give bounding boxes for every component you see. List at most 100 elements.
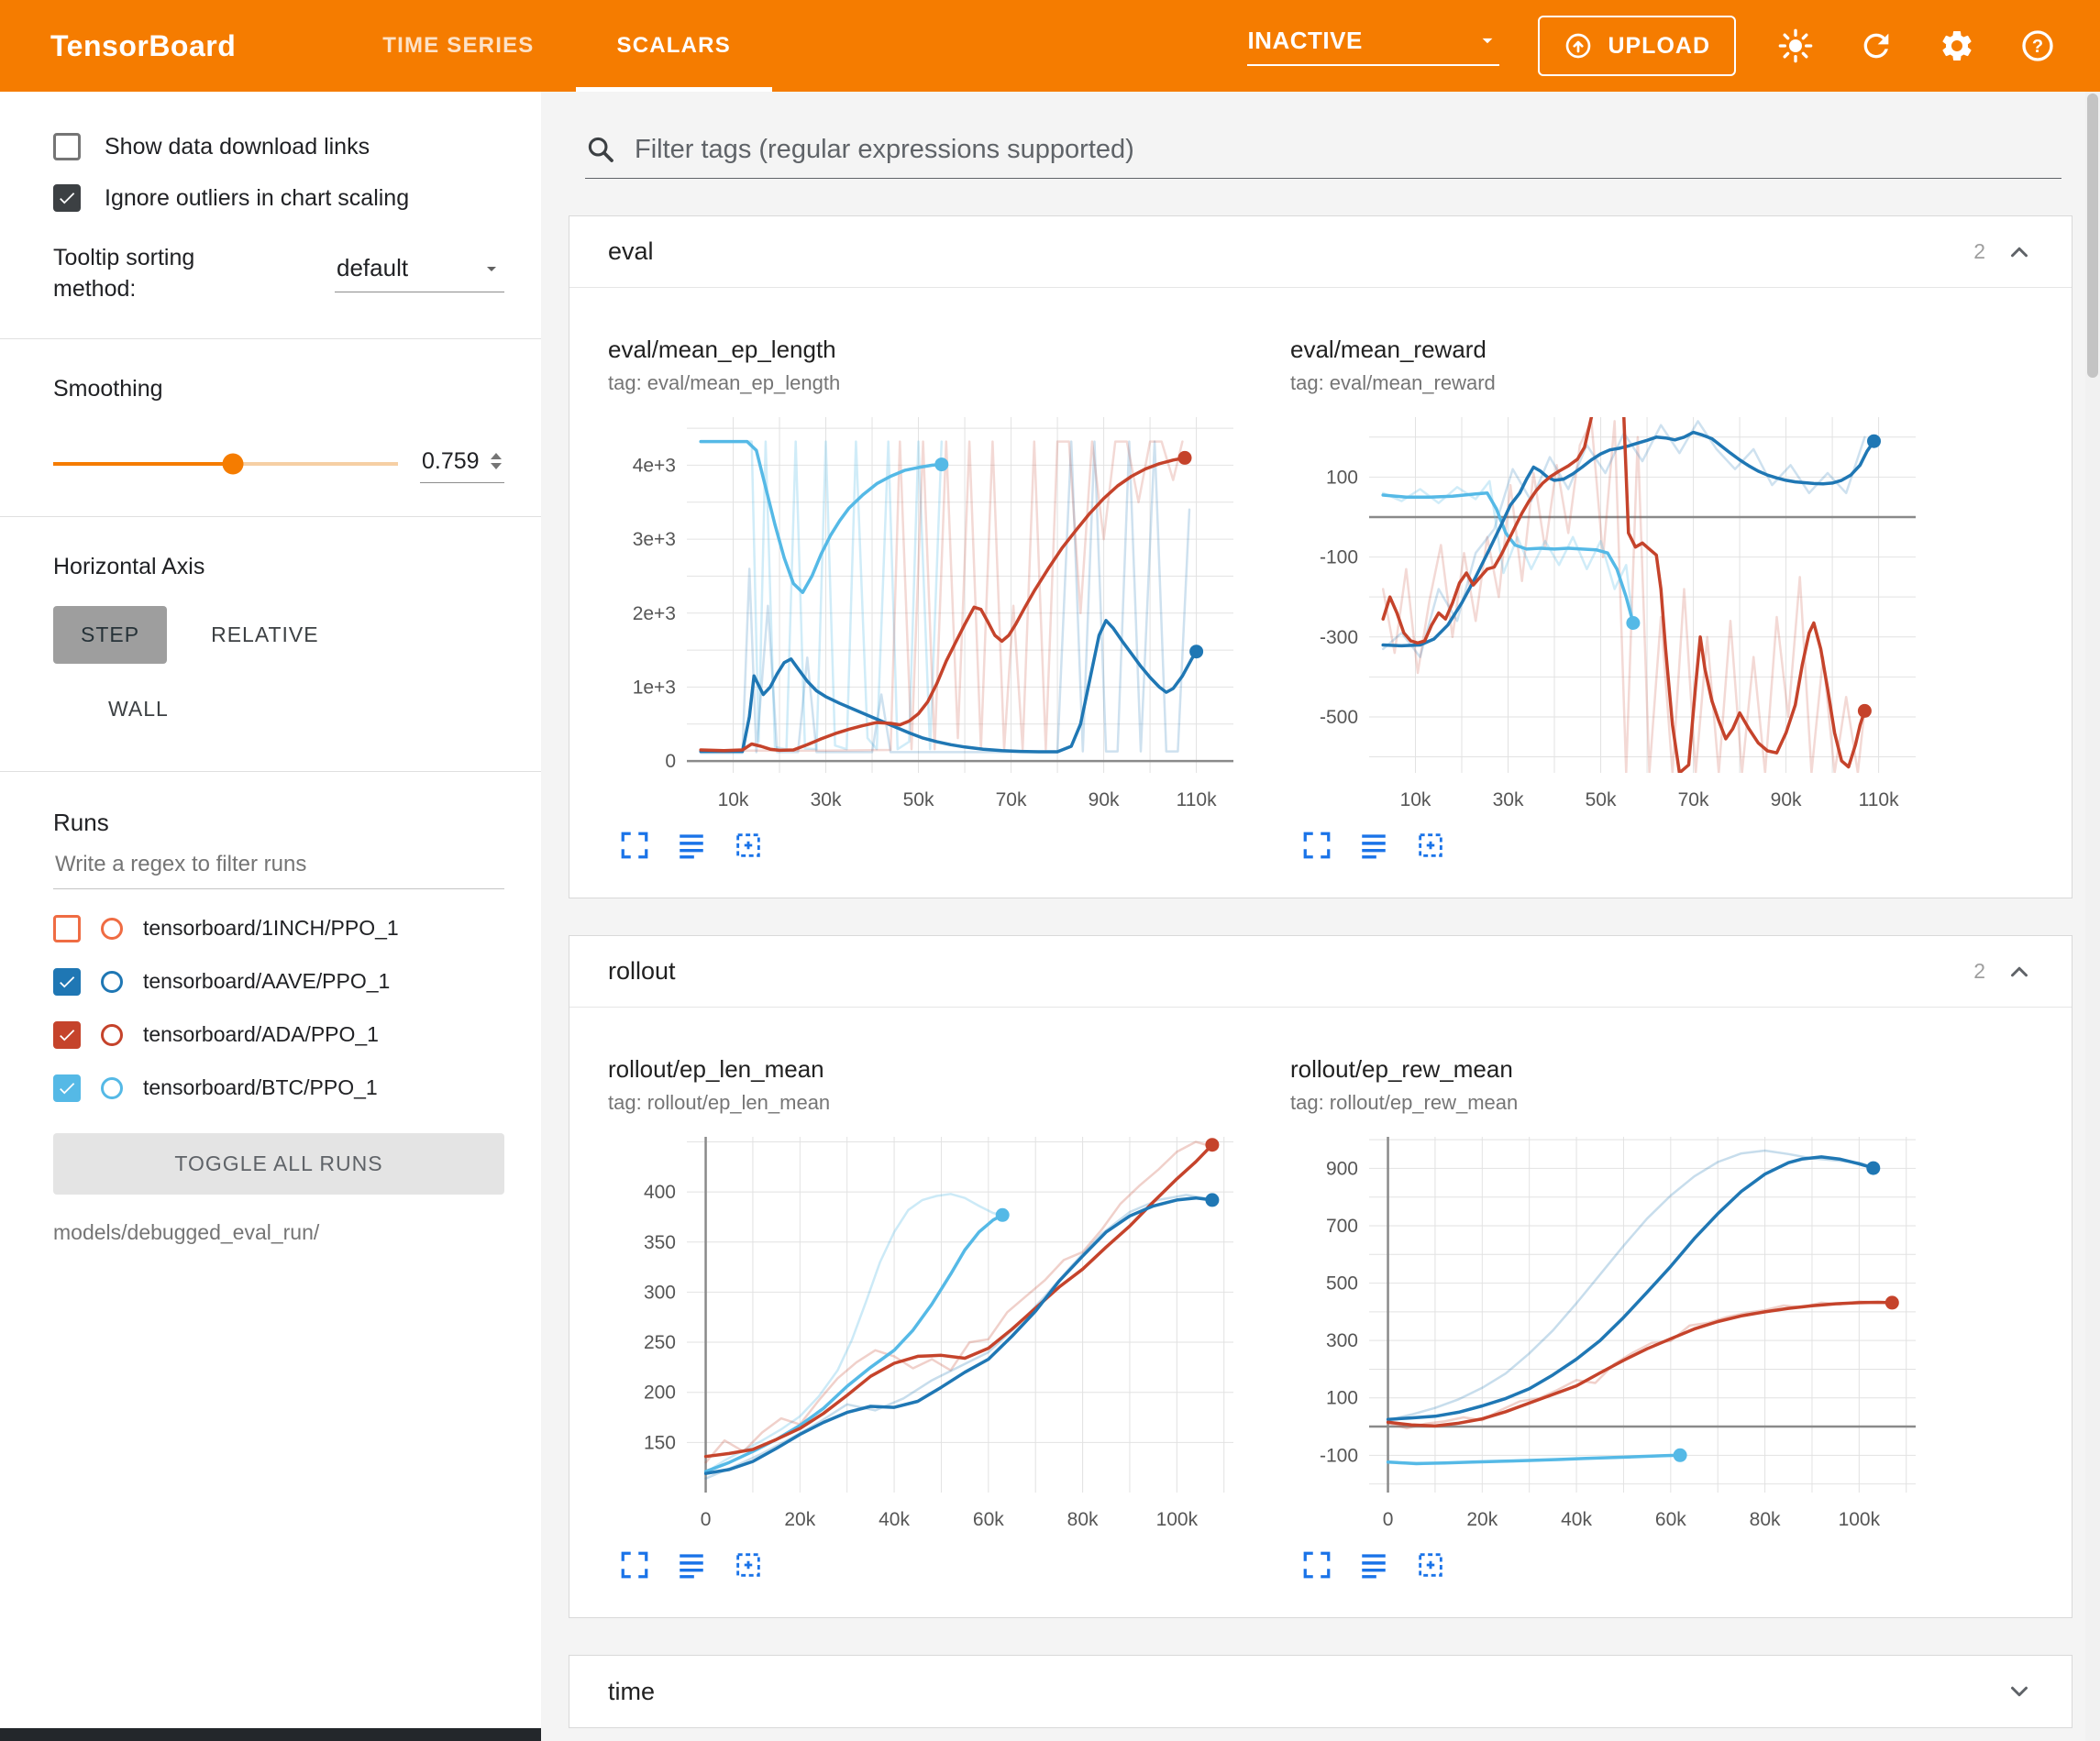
run-checkbox[interactable] bbox=[53, 968, 81, 996]
svg-text:60k: 60k bbox=[1655, 1509, 1686, 1530]
vertical-scrollbar[interactable] bbox=[2085, 92, 2100, 1741]
check-icon bbox=[57, 1025, 77, 1045]
svg-text:200: 200 bbox=[644, 1383, 676, 1404]
show-download-links-checkbox[interactable] bbox=[53, 133, 81, 160]
run-checkbox[interactable] bbox=[53, 915, 81, 942]
fullscreen-icon bbox=[619, 830, 650, 861]
spinner-up-icon[interactable] bbox=[490, 452, 503, 460]
show-download-links-option[interactable]: Show data download links bbox=[53, 133, 504, 160]
run-checkbox[interactable] bbox=[53, 1074, 81, 1102]
data-table-button[interactable] bbox=[676, 1549, 707, 1581]
data-table-button[interactable] bbox=[676, 830, 707, 861]
slider-knob[interactable] bbox=[222, 453, 243, 474]
tab-scalars[interactable]: SCALARS bbox=[576, 0, 772, 92]
run-checkbox[interactable] bbox=[53, 1021, 81, 1049]
axis-relative-button[interactable]: RELATIVE bbox=[183, 606, 347, 664]
run-row-ada[interactable]: tensorboard/ADA/PPO_1 bbox=[53, 1021, 504, 1049]
svg-text:4e+3: 4e+3 bbox=[633, 455, 676, 476]
toggle-all-runs-button[interactable]: TOGGLE ALL RUNS bbox=[53, 1133, 504, 1195]
expand-chart-button[interactable] bbox=[619, 830, 650, 861]
expand-chart-button[interactable] bbox=[1301, 830, 1332, 861]
help-button[interactable]: ? bbox=[2017, 25, 2059, 67]
chevron-up-icon bbox=[2006, 238, 2033, 266]
fit-domain-button[interactable] bbox=[1415, 830, 1446, 861]
chart-canvas-ep-len-mean[interactable]: 020k40k60k80k100k150200250300350400 bbox=[608, 1124, 1250, 1538]
svg-text:0: 0 bbox=[665, 751, 676, 772]
runs-filter-input[interactable] bbox=[53, 837, 504, 889]
brightness-toggle-button[interactable] bbox=[1774, 25, 1817, 67]
collapse-section-button[interactable] bbox=[2006, 238, 2033, 266]
svg-text:100: 100 bbox=[1326, 1388, 1358, 1409]
section-header-time[interactable]: time bbox=[569, 1656, 2072, 1727]
chart-canvas-mean-reward[interactable]: 10k30k50k70k90k110k100-100-300-500 bbox=[1290, 404, 1932, 819]
divider bbox=[0, 771, 541, 772]
gear-icon bbox=[1939, 28, 1975, 64]
chart-title: rollout/ep_len_mean bbox=[608, 1055, 1276, 1084]
tag-filter-bar bbox=[585, 134, 2061, 179]
svg-text:20k: 20k bbox=[784, 1509, 815, 1530]
upload-button[interactable]: UPLOAD bbox=[1538, 16, 1736, 76]
svg-text:10k: 10k bbox=[718, 789, 749, 810]
run-row-btc[interactable]: tensorboard/BTC/PPO_1 bbox=[53, 1074, 504, 1102]
fit-domain-button[interactable] bbox=[733, 830, 764, 861]
svg-text:80k: 80k bbox=[1750, 1509, 1781, 1530]
axis-wall-button[interactable]: WALL bbox=[81, 680, 196, 738]
svg-text:40k: 40k bbox=[879, 1509, 910, 1530]
data-table-button[interactable] bbox=[1358, 830, 1389, 861]
scrollbar-thumb[interactable] bbox=[2087, 94, 2098, 378]
fullscreen-icon bbox=[1301, 1549, 1332, 1581]
svg-text:70k: 70k bbox=[1678, 789, 1709, 810]
smoothing-value-field[interactable]: 0.759 bbox=[420, 445, 504, 483]
data-table-button[interactable] bbox=[1358, 1549, 1389, 1581]
run-color-indicator[interactable] bbox=[101, 1024, 123, 1046]
smoothing-control: 0.759 bbox=[53, 445, 504, 483]
section-card-eval: eval 2 eval/mean_ep_length tag: eval/mea… bbox=[569, 215, 2072, 898]
expand-section-button[interactable] bbox=[2006, 1678, 2033, 1705]
section-header-rollout[interactable]: rollout 2 bbox=[569, 936, 2072, 1008]
show-download-links-label: Show data download links bbox=[105, 134, 370, 160]
tab-time-series[interactable]: TIME SERIES bbox=[341, 0, 575, 92]
run-color-indicator[interactable] bbox=[101, 918, 123, 940]
expand-chart-button[interactable] bbox=[619, 1549, 650, 1581]
ignore-outliers-checkbox[interactable] bbox=[53, 184, 81, 212]
runs-section-label: Runs bbox=[53, 809, 504, 837]
expand-chart-button[interactable] bbox=[1301, 1549, 1332, 1581]
svg-text:20k: 20k bbox=[1466, 1509, 1498, 1530]
run-color-indicator[interactable] bbox=[101, 1077, 123, 1099]
axis-step-button[interactable]: STEP bbox=[53, 606, 167, 664]
svg-text:90k: 90k bbox=[1771, 789, 1802, 810]
tooltip-sorting-row: Tooltip sorting method: default bbox=[53, 243, 504, 305]
app-title: TensorBoard bbox=[50, 29, 236, 63]
run-row-aave[interactable]: tensorboard/AAVE/PPO_1 bbox=[53, 968, 504, 996]
chart-tag: tag: rollout/ep_len_mean bbox=[608, 1091, 1276, 1115]
tag-filter-input[interactable] bbox=[635, 135, 2061, 165]
run-color-indicator[interactable] bbox=[101, 971, 123, 993]
data-table-icon bbox=[676, 830, 707, 861]
svg-text:3e+3: 3e+3 bbox=[633, 529, 676, 550]
section-title: time bbox=[608, 1678, 655, 1706]
svg-text:100k: 100k bbox=[1156, 1509, 1199, 1530]
spinner-down-icon[interactable] bbox=[490, 462, 503, 470]
slider-track-empty bbox=[233, 462, 398, 466]
tooltip-sorting-dropdown[interactable]: default bbox=[335, 247, 504, 292]
smoothing-slider[interactable] bbox=[53, 462, 398, 466]
chart-canvas-mean-ep-length[interactable]: 10k30k50k70k90k110k01e+32e+33e+34e+3 bbox=[608, 404, 1250, 819]
svg-text:30k: 30k bbox=[811, 789, 842, 810]
section-header-eval[interactable]: eval 2 bbox=[569, 216, 2072, 288]
refresh-button[interactable] bbox=[1855, 25, 1897, 67]
ignore-outliers-option[interactable]: Ignore outliers in chart scaling bbox=[53, 184, 504, 212]
collapse-section-button[interactable] bbox=[2006, 958, 2033, 986]
run-row-1inch[interactable]: tensorboard/1INCH/PPO_1 bbox=[53, 915, 504, 942]
status-dropdown[interactable]: INACTIVE bbox=[1247, 27, 1499, 66]
chart-card-mean-reward: eval/mean_reward tag: eval/mean_reward 1… bbox=[1290, 336, 1958, 861]
section-title: rollout bbox=[608, 957, 676, 986]
value-spinner[interactable] bbox=[490, 452, 503, 470]
chart-canvas-ep-rew-mean[interactable]: 020k40k60k80k100k-100100300500700900 bbox=[1290, 1124, 1932, 1538]
fit-domain-button[interactable] bbox=[733, 1549, 764, 1581]
settings-button[interactable] bbox=[1936, 25, 1978, 67]
chart-title: eval/mean_ep_length bbox=[608, 336, 1276, 364]
svg-text:110k: 110k bbox=[1177, 789, 1217, 810]
horizontal-scrollbar[interactable] bbox=[0, 1728, 541, 1741]
fit-domain-button[interactable] bbox=[1415, 1549, 1446, 1581]
svg-text:900: 900 bbox=[1326, 1158, 1358, 1179]
